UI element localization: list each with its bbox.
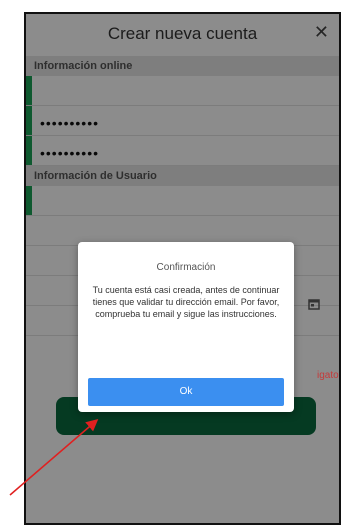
annotation-arrow-icon <box>9 419 99 496</box>
